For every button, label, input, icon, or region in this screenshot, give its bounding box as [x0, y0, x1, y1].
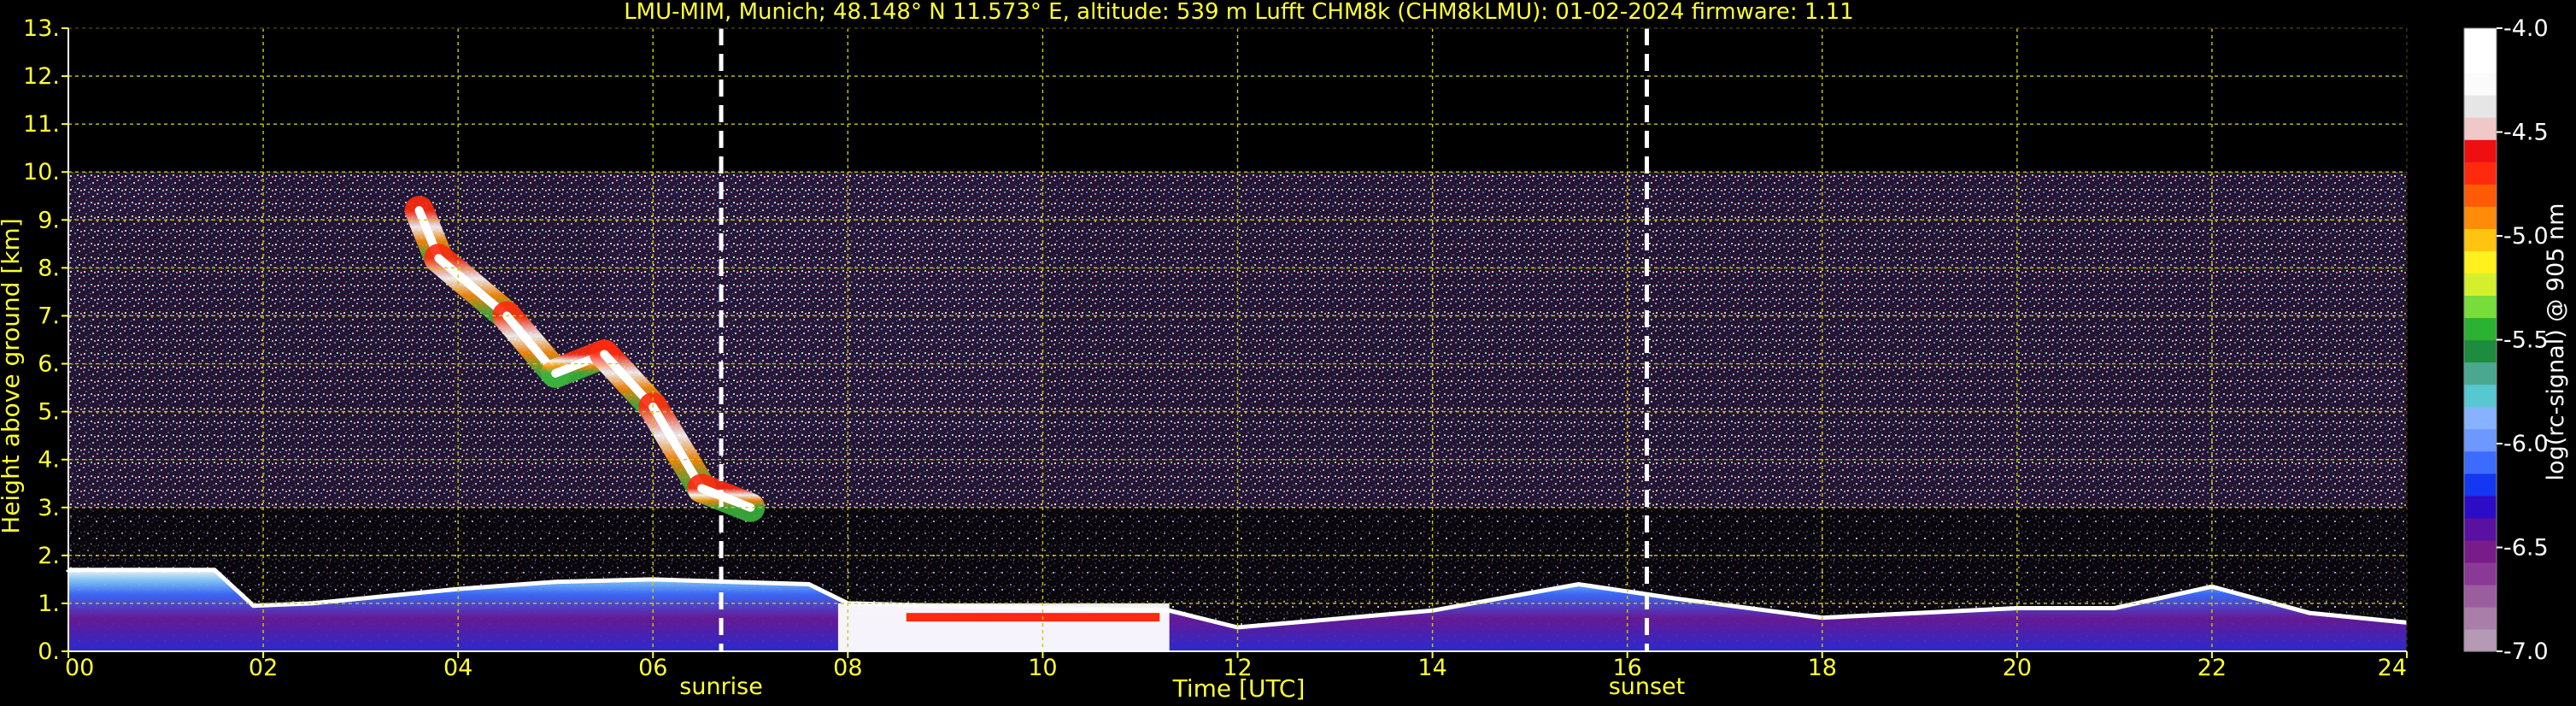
noise-patch-1: [78, 176, 176, 221]
x-axis-label: Time [UTC]: [1172, 674, 1306, 703]
colorbar-tick-label: -5.5: [2503, 327, 2549, 354]
x-tick-label: 10: [1028, 655, 1057, 681]
y-tick-label: 12.: [23, 63, 60, 90]
colorbar-segment: [2464, 517, 2497, 541]
colorbar-segment: [2464, 117, 2497, 140]
y-tick-label: 13.: [23, 15, 60, 42]
colorbar-tick-label: -6.5: [2503, 535, 2549, 562]
y-tick-label: 6.: [38, 351, 60, 378]
colorbar-segment: [2464, 295, 2497, 319]
colorbar-segment: [2464, 28, 2497, 51]
colorbar-segment: [2464, 339, 2497, 363]
y-tick-label: 0.: [38, 638, 60, 665]
event-label-sunrise: sunrise: [679, 674, 763, 700]
y-tick-label: 10.: [23, 159, 60, 185]
colorbar-segment: [2464, 50, 2497, 74]
colorbar-tick-label: -4.0: [2503, 15, 2549, 42]
y-tick-label: 9.: [38, 207, 60, 233]
colorbar-segment: [2464, 228, 2497, 251]
chart-title: LMU-MIM, Munich; 48.148° N 11.573° E, al…: [624, 0, 1854, 25]
colorbar-segment: [2464, 317, 2497, 341]
colorbar-segment: [2464, 139, 2497, 162]
colorbar-segment: [2464, 362, 2497, 385]
colorbar-tick-label: -4.5: [2503, 120, 2549, 146]
x-tick-label: 00: [65, 655, 94, 681]
colorbar-segment: [2464, 606, 2497, 630]
y-axis-label: Height above ground [km]: [0, 218, 25, 534]
y-tick-label: 11.: [23, 111, 60, 138]
colorbar-segment: [2464, 406, 2497, 430]
strong-signal-block: [837, 603, 1170, 651]
colorbar-segment: [2464, 73, 2497, 96]
x-tick-label: 18: [1808, 655, 1837, 681]
y-tick-label: 4.: [38, 447, 60, 474]
noise-patch-0: [604, 172, 1043, 436]
x-tick-label: 14: [1417, 655, 1446, 681]
colorbar-segment: [2464, 539, 2497, 563]
strong-signal-band: [906, 613, 1160, 622]
colorbar-segment: [2464, 184, 2497, 207]
y-tick-label: 8.: [38, 255, 60, 281]
y-tick-label: 1.: [38, 591, 60, 617]
colorbar-segment: [2464, 584, 2497, 608]
x-tick-label: 24: [2378, 655, 2407, 681]
y-tick-label: 7.: [38, 303, 60, 329]
colorbar-segment: [2464, 95, 2497, 118]
x-tick-label: 04: [443, 655, 472, 681]
x-tick-label: 20: [2003, 655, 2032, 681]
x-tick-label: 02: [249, 655, 278, 681]
colorbar-segment: [2464, 628, 2497, 652]
colorbar-segment: [2464, 473, 2497, 497]
colorbar-segment: [2464, 495, 2497, 519]
colorbar-segment: [2464, 250, 2497, 274]
colorbar-segment: [2464, 162, 2497, 185]
colorbar-segment: [2464, 273, 2497, 297]
colorbar-tick-label: -7.0: [2503, 638, 2549, 665]
colorbar-segment: [2464, 450, 2497, 474]
colorbar-tick-label: -5.0: [2503, 223, 2549, 250]
colorbar-segment: [2464, 206, 2497, 229]
y-tick-label: 3.: [38, 495, 60, 521]
x-tick-label: 06: [638, 655, 667, 681]
x-tick-label: 16: [1612, 655, 1641, 681]
ceilometer-chart: LMU-MIM, Munich; 48.148° N 11.573° E, al…: [0, 0, 2569, 703]
colorbar: -4.0 -4.5 -5.0 -5.5 -6.0 -6.5 -7.0: [2463, 15, 2549, 665]
x-tick-label: 08: [833, 655, 862, 681]
colorbar-label: log(rc-signal) @ 905 nm: [2543, 203, 2569, 481]
x-tick-label: 22: [2198, 655, 2227, 681]
colorbar-tick-label: -6.0: [2503, 431, 2549, 457]
y-tick-label: 2.: [38, 543, 60, 569]
noise-patch-2: [2319, 378, 2397, 393]
colorbar-segment: [2464, 428, 2497, 452]
colorbar-segment: [2464, 562, 2497, 585]
y-tick-label: 5.: [38, 399, 60, 426]
colorbar-segment: [2464, 384, 2497, 408]
